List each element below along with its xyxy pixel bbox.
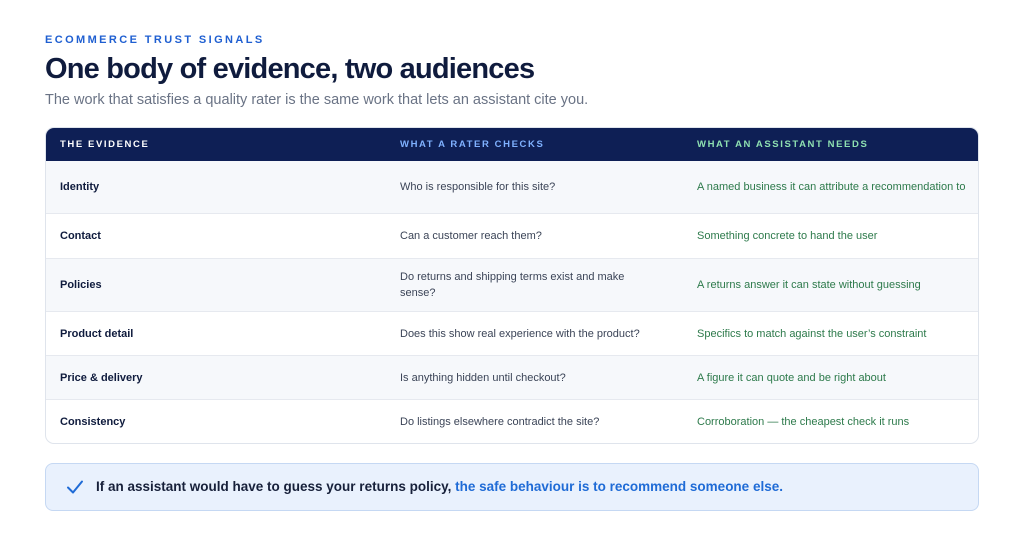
evidence-cell: Identity <box>60 181 100 193</box>
assistant-cell: A named business it can attribute a reco… <box>697 181 966 193</box>
rater-cell: Is anything hidden until checkout? <box>400 371 566 384</box>
table-row: Identity Who is responsible for this sit… <box>46 161 978 213</box>
column-header-assistant: WHAT AN ASSISTANT NEEDS <box>697 139 869 150</box>
assistant-cell: Corroboration — the cheapest check it ru… <box>697 415 910 428</box>
rater-cell: Who is responsible for this site? <box>400 181 556 193</box>
assistant-cell: A figure it can quote and be right about <box>697 371 886 384</box>
table-row: Consistency Do listings elsewhere contra… <box>46 399 978 443</box>
column-header-evidence: THE EVIDENCE <box>60 139 150 150</box>
table-row: Price & delivery Is anything hidden unti… <box>46 355 978 399</box>
eyebrow-label: ECOMMERCE TRUST SIGNALS <box>45 34 265 46</box>
check-icon <box>66 479 84 495</box>
page-subtitle: The work that satisfies a quality rater … <box>45 92 589 108</box>
evidence-cell: Consistency <box>60 415 126 428</box>
rater-cell: Can a customer reach them? <box>400 230 542 242</box>
evidence-cell: Contact <box>60 230 101 242</box>
column-header-rater: WHAT A RATER CHECKS <box>400 139 545 150</box>
rater-cell: Does this show real experience with the … <box>400 327 640 340</box>
table-row: Policies Do returns and shipping terms e… <box>46 258 978 311</box>
table-row: Contact Can a customer reach them? Somet… <box>46 213 978 258</box>
page-title: One body of evidence, two audiences <box>45 53 535 85</box>
assistant-cell: Specifics to match against the user’s co… <box>697 327 927 340</box>
table-row: Product detail Does this show real exper… <box>46 311 978 355</box>
rater-cell: Do listings elsewhere contradict the sit… <box>400 415 600 428</box>
callout-text: If an assistant would have to guess your… <box>96 464 783 510</box>
table-header: THE EVIDENCE WHAT A RATER CHECKS WHAT AN… <box>46 128 978 161</box>
evidence-table: THE EVIDENCE WHAT A RATER CHECKS WHAT AN… <box>45 127 979 444</box>
callout-highlight: the safe behaviour is to recommend someo… <box>455 479 783 494</box>
key-takeaway-callout: If an assistant would have to guess your… <box>45 463 979 511</box>
callout-lead: If an assistant would have to guess your… <box>96 479 452 494</box>
assistant-cell: A returns answer it can state without gu… <box>697 279 921 291</box>
assistant-cell: Something concrete to hand the user <box>697 230 878 242</box>
evidence-cell: Policies <box>60 279 102 291</box>
rater-cell: Do returns and shipping terms exist and … <box>400 271 625 299</box>
evidence-cell: Product detail <box>60 327 134 340</box>
table-body: Identity Who is responsible for this sit… <box>46 161 978 443</box>
evidence-cell: Price & delivery <box>60 371 143 384</box>
